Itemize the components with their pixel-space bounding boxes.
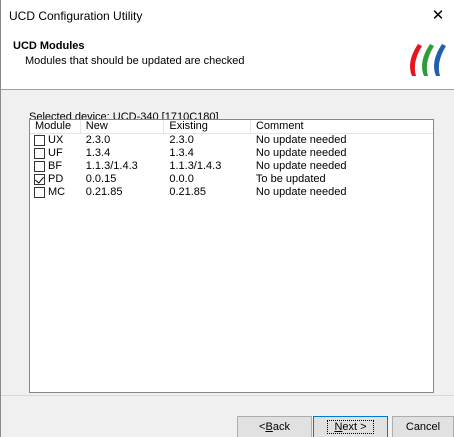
existing-version-cell: 0.21.85 (169, 186, 207, 198)
existing-version-cell: 1.3.4 (169, 147, 194, 159)
module-cell: BF (30, 160, 81, 173)
dialog-window: UCD Configuration Utility ✕ UCD Modules … (0, 0, 454, 437)
list-body: UX 2.3.0 2.3.0 No update needed UF 1.3.4 1.3.4… (30, 134, 433, 199)
cancel-button[interactable]: Cancel (392, 416, 454, 437)
wizard-footer: < Back Next > Cancel (1, 395, 454, 437)
column-header-existing[interactable]: Existing (164, 120, 251, 134)
update-checkbox[interactable] (34, 148, 45, 159)
wizard-header: UCD Modules Modules that should be updat… (1, 30, 454, 90)
module-name: UF (48, 147, 63, 159)
next-button-rest: ext > (342, 421, 367, 433)
new-version-cell: 0.21.85 (85, 186, 123, 198)
new-version-cell: 1.3.4 (85, 147, 111, 159)
existing-version-cell: 1.1.3/1.4.3 (169, 160, 222, 172)
close-icon[interactable]: ✕ (422, 0, 454, 30)
next-button[interactable]: Next > (313, 416, 388, 437)
comment-cell: No update needed (255, 160, 347, 172)
update-checkbox[interactable] (34, 174, 45, 185)
table-row[interactable]: MC 0.21.85 0.21.85 No update needed (30, 186, 433, 199)
column-header-module[interactable]: Module (30, 120, 81, 134)
modules-list[interactable]: Module New Existing Comment UX 2.3.0 2.3.0… (29, 119, 434, 393)
column-header-new[interactable]: New (81, 120, 165, 134)
table-row[interactable]: UX 2.3.0 2.3.0 No update needed (30, 134, 433, 147)
comment-cell: To be updated (255, 173, 326, 185)
module-name: PD (48, 173, 64, 185)
column-header-comment[interactable]: Comment (251, 120, 433, 134)
new-version-cell: 1.1.3/1.4.3 (85, 160, 138, 172)
back-button[interactable]: < Back (237, 416, 312, 437)
new-version-cell: 0.0.15 (85, 173, 117, 185)
title-bar: UCD Configuration Utility ✕ (1, 0, 454, 30)
brand-stripes-logo-icon (410, 44, 446, 76)
window-title: UCD Configuration Utility (9, 9, 143, 23)
page-title: UCD Modules (13, 40, 85, 52)
update-checkbox[interactable] (34, 135, 45, 146)
table-row[interactable]: BF 1.1.3/1.4.3 1.1.3/1.4.3 No update needed (30, 160, 433, 173)
back-button-rest: ack (272, 421, 290, 433)
next-button-focus: Next > (327, 420, 374, 434)
update-checkbox[interactable] (34, 187, 45, 198)
module-cell: UX (30, 134, 81, 147)
page-subtitle: Modules that should be updated are check… (25, 55, 245, 67)
table-row[interactable]: PD 0.0.15 0.0.0 To be updated (30, 173, 433, 186)
module-name: MC (48, 186, 66, 198)
module-cell: UF (30, 147, 81, 160)
comment-cell: No update needed (255, 147, 347, 159)
back-button-mnemonic: B (265, 421, 273, 433)
list-header: Module New Existing Comment (30, 120, 433, 134)
module-cell: MC (30, 186, 81, 199)
new-version-cell: 2.3.0 (85, 134, 111, 146)
comment-cell: No update needed (255, 134, 347, 146)
module-cell: PD (30, 173, 81, 186)
existing-version-cell: 0.0.0 (169, 173, 194, 185)
table-row[interactable]: UF 1.3.4 1.3.4 No update needed (30, 147, 433, 160)
comment-cell: No update needed (255, 186, 347, 198)
existing-version-cell: 2.3.0 (169, 134, 194, 146)
update-checkbox[interactable] (34, 161, 45, 172)
module-name: UX (48, 134, 64, 146)
module-name: BF (48, 160, 63, 172)
